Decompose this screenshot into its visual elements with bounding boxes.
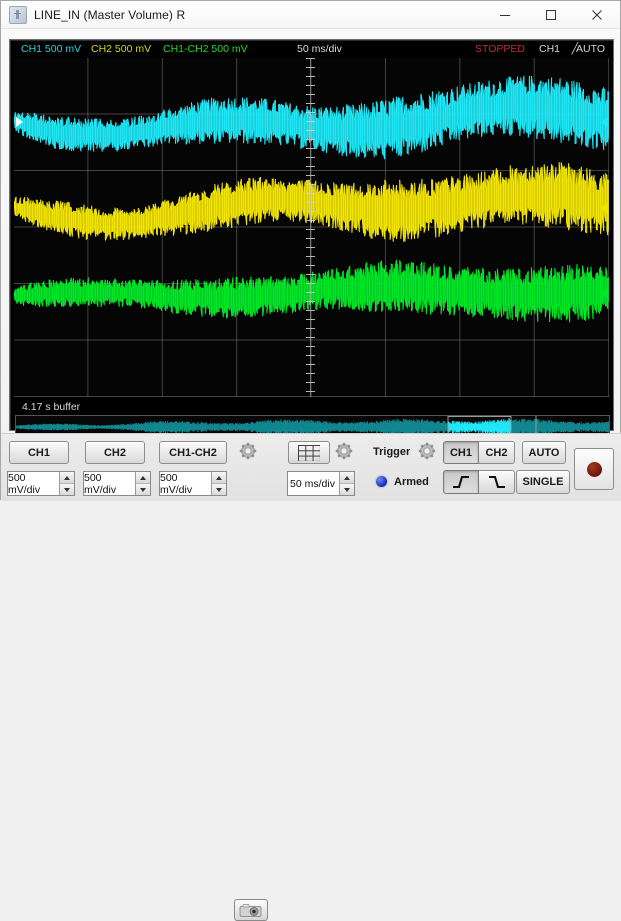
display-gear-icon[interactable] (334, 441, 354, 461)
trigger-source-ch2-button[interactable]: CH2 (479, 441, 515, 464)
close-button[interactable] (574, 1, 620, 29)
scope-readout: CH1 500 mV CH2 500 mV CH1-CH2 500 mV 50 … (10, 40, 613, 58)
timebase-arrows[interactable] (339, 472, 354, 495)
readout-diff-scale: CH1-CH2 500 mV (163, 43, 248, 55)
display-grid-button[interactable] (288, 441, 330, 464)
readout-ch2-scale: CH2 500 mV (91, 43, 152, 55)
control-panel: CH1 500 mV/div CH2 500 mV/div CH1-CH2 50… (1, 433, 621, 921)
ch2-button[interactable]: CH2 (85, 441, 145, 464)
armed-label: Armed (394, 476, 429, 488)
maximize-button[interactable] (528, 1, 574, 29)
record-icon (586, 461, 602, 477)
minimize-icon (500, 14, 510, 16)
ch2-scale-up[interactable] (136, 472, 150, 484)
auto-button[interactable]: AUTO (522, 441, 566, 464)
ch1-scale-value: 500 mV/div (8, 472, 59, 496)
app-icon (9, 5, 27, 24)
timebase-value: 50 ms/div (288, 472, 339, 495)
status-badge: STOPPED (475, 43, 525, 55)
window-title: LINE_IN (Master Volume) R (34, 7, 186, 22)
ch2-scale-arrows[interactable] (135, 472, 150, 495)
record-button[interactable] (574, 448, 614, 490)
ch1-scale-down[interactable] (60, 484, 74, 495)
ch1-button[interactable]: CH1 (9, 441, 69, 464)
timebase-spinner[interactable]: 50 ms/div (287, 471, 355, 496)
diff-position-marker-right[interactable] (600, 288, 607, 298)
readout-ch1-scale: CH1 500 mV (21, 43, 82, 55)
timebase-down[interactable] (340, 484, 354, 495)
ch2-scale-value: 500 mV/div (84, 472, 135, 496)
maximize-icon (546, 9, 556, 20)
close-icon (592, 9, 602, 20)
buffer-label: 4.17 s buffer (22, 401, 81, 413)
diff-scale-value: 500 mV/div (160, 472, 211, 496)
ch1-scale-arrows[interactable] (59, 472, 74, 495)
timebase-up[interactable] (340, 472, 354, 484)
ch2-position-marker-right[interactable] (600, 203, 607, 213)
diff-scale-arrows[interactable] (211, 472, 226, 495)
ch1-scale-up[interactable] (60, 472, 74, 484)
rising-edge-icon (453, 475, 469, 489)
ch1-scale-spinner[interactable]: 500 mV/div (7, 471, 75, 496)
slope-falling-button[interactable] (479, 470, 515, 494)
readout-timebase: 50 ms/div (297, 43, 342, 55)
armed-led (376, 476, 387, 487)
trigger-gear-icon[interactable] (417, 441, 437, 461)
diff-scale-spinner[interactable]: 500 mV/div (159, 471, 227, 496)
readout-trigger-source: CH1 (538, 43, 560, 55)
window-buttons (482, 1, 620, 29)
ch2-scale-down[interactable] (136, 484, 150, 495)
slope-rising-button[interactable] (443, 470, 479, 494)
grid-icon (298, 444, 320, 461)
minimize-button[interactable] (482, 1, 528, 29)
camera-icon (239, 903, 262, 917)
ch1-position-marker-left[interactable] (16, 117, 23, 127)
single-button[interactable]: SINGLE (516, 470, 570, 494)
diff-scale-down[interactable] (212, 484, 226, 495)
readout-trigger-mode: AUTO (576, 43, 605, 55)
ch2-scale-spinner[interactable]: 500 mV/div (83, 471, 151, 496)
ch1-position-marker-right[interactable] (600, 117, 607, 127)
app-window: LINE_IN (Master Volume) R CH1 500 mV CH2… (0, 0, 621, 921)
channel-gear-icon[interactable] (238, 441, 258, 461)
title-bar: LINE_IN (Master Volume) R (1, 1, 620, 29)
trigger-position-line (310, 58, 311, 397)
screenshot-button[interactable] (234, 899, 268, 921)
waveform-grid[interactable] (14, 58, 609, 397)
scope-display[interactable]: CH1 500 mV CH2 500 mV CH1-CH2 500 mV 50 … (9, 39, 614, 463)
diff-button[interactable]: CH1-CH2 (159, 441, 227, 464)
trigger-source-ch1-button[interactable]: CH1 (443, 441, 479, 464)
falling-edge-icon (488, 475, 505, 489)
diff-scale-up[interactable] (212, 472, 226, 484)
trigger-label: Trigger (373, 446, 411, 458)
